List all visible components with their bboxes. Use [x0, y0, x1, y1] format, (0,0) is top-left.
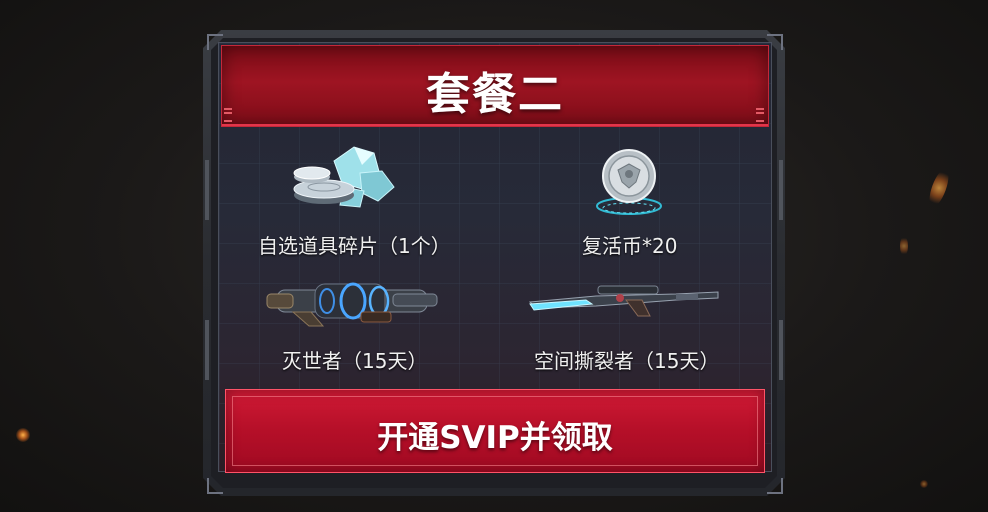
- frame-notch-right: [779, 160, 783, 220]
- sniper-rifle-icon: [526, 282, 722, 320]
- reward-label-revive-coin: 复活币*20: [582, 234, 678, 258]
- item-fragments-icon: [282, 143, 400, 213]
- title-deco-right: [756, 108, 764, 122]
- ember-decoration: [920, 480, 928, 488]
- frame-corner-top-left: [207, 34, 223, 50]
- claim-button-label: 开通SVIP并领取: [377, 420, 613, 456]
- ember-decoration: [16, 428, 30, 442]
- frame-corner-top-right: [767, 34, 783, 50]
- ember-decoration: [925, 166, 953, 210]
- title-deco-left: [224, 108, 232, 122]
- heavy-gun-icon: [263, 272, 443, 330]
- reward-label-heavy-gun: 灭世者（15天）: [282, 349, 428, 373]
- frame-corner-bottom-left: [207, 478, 223, 494]
- frame-notch-left-lower: [205, 320, 209, 380]
- frame-corner-bottom-right: [767, 478, 783, 494]
- frame-notch-right-lower: [779, 320, 783, 380]
- revive-coin-icon: [594, 146, 664, 218]
- claim-svip-button[interactable]: 开通SVIP并领取: [225, 389, 765, 473]
- frame-notch-left: [205, 160, 209, 220]
- ember-decoration: [900, 236, 908, 256]
- package-title-bar: 套餐二: [221, 45, 769, 127]
- package-title: 套餐二: [426, 69, 564, 120]
- reward-label-sniper-rifle: 空间撕裂者（15天）: [534, 349, 720, 373]
- reward-label-fragments: 自选道具碎片（1个）: [258, 234, 451, 258]
